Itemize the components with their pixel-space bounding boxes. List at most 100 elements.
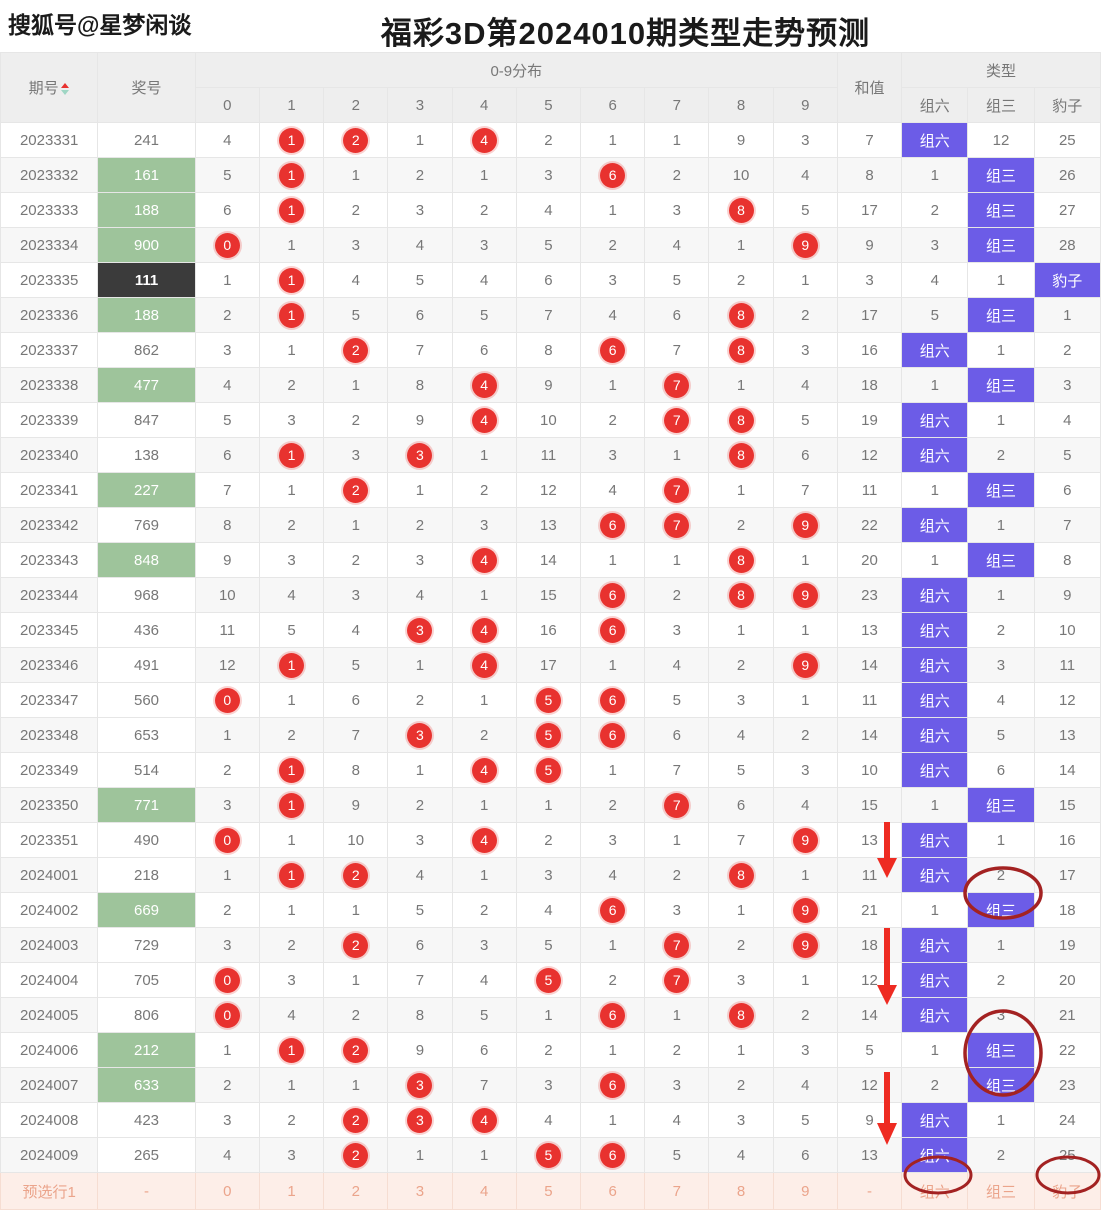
col-header-digit-8[interactable]: 8 [708, 87, 774, 123]
table-row[interactable]: 2024002 669 2 1 1 5 2 4 6 3 1 9 21 1 组三 18 [0, 892, 1101, 928]
cell-dist-5[interactable]: 5 [515, 962, 582, 998]
col-header-sum[interactable]: 和值 [836, 52, 903, 123]
cell-award[interactable]: 705 [97, 962, 196, 998]
cell-sum[interactable]: 5 [836, 1032, 903, 1068]
cell-dist-6[interactable]: 6 [579, 717, 646, 753]
cell-type-zusan[interactable]: 6 [967, 752, 1035, 788]
cell-award[interactable]: 633 [97, 1067, 196, 1103]
cell-dist-4[interactable]: 2 [451, 472, 517, 508]
cell-dist-2[interactable]: 4 [323, 612, 389, 648]
cell-dist-7[interactable]: 1 [644, 997, 710, 1033]
cell-dist-4[interactable]: 2 [451, 192, 517, 228]
cell-dist-7[interactable]: 7 [644, 367, 710, 403]
cell-dist-9[interactable]: 1 [772, 612, 838, 648]
cell-dist-1[interactable]: 1 [258, 1032, 325, 1068]
cell-dist-1[interactable]: 1 [258, 822, 325, 858]
table-row[interactable]: 2023345 436 11 5 4 3 4 16 6 3 1 1 13 组六 2 10 [0, 612, 1101, 648]
table-row[interactable]: 2023344 968 10 4 3 4 1 15 6 2 8 9 23 组六 1 9 [0, 577, 1101, 613]
col-header-type-0[interactable]: 组六 [901, 87, 969, 123]
cell-dist-2[interactable]: 4 [323, 262, 389, 298]
cell-sum[interactable]: 21 [836, 892, 903, 928]
cell-award[interactable]: 848 [97, 542, 196, 578]
cell-dist-4[interactable]: 5 [451, 297, 517, 333]
cell-dist-5[interactable]: 3 [515, 1067, 582, 1103]
cell-type-zusan[interactable]: 组三 [967, 892, 1035, 928]
cell-dist-4[interactable]: 5 [451, 997, 517, 1033]
cell-dist-9[interactable]: 7 [772, 472, 838, 508]
cell-dist-4[interactable]: 1 [451, 577, 517, 613]
cell-award[interactable]: 138 [97, 437, 196, 473]
cell-type-baozi[interactable]: 28 [1033, 227, 1101, 263]
cell-dist-1[interactable]: 5 [258, 612, 325, 648]
cell-dist-0[interactable]: 3 [194, 332, 260, 368]
cell-dist-6[interactable]: 1 [579, 1032, 646, 1068]
cell-type-baozi[interactable]: 11 [1033, 647, 1101, 683]
cell-type-zusan[interactable]: 1 [967, 1102, 1035, 1138]
cell-type-zuliu[interactable]: 组六 [901, 962, 969, 998]
cell-type-zusan[interactable]: 组三 [967, 157, 1035, 193]
cell-sum[interactable]: 19 [836, 402, 903, 438]
cell-type-zusan[interactable]: 2 [967, 1137, 1035, 1173]
cell-dist-8[interactable]: 1 [708, 367, 774, 403]
cell-dist-8[interactable]: 3 [708, 962, 774, 998]
cell-dist-1[interactable]: 2 [258, 1102, 325, 1138]
cell-dist-2[interactable]: 2 [323, 192, 389, 228]
cell-dist-6[interactable]: 1 [579, 542, 646, 578]
cell-dist-2[interactable]: 2 [323, 857, 389, 893]
cell-issue[interactable]: 2023350 [0, 787, 99, 823]
cell-type-baozi[interactable]: 豹子 [1033, 262, 1101, 298]
cell-type-baozi[interactable]: 14 [1033, 752, 1101, 788]
col-header-award[interactable]: 奖号 [97, 52, 196, 123]
cell-type-baozi[interactable]: 17 [1033, 857, 1101, 893]
table-row[interactable]: 2023335 111 1 1 4 5 4 6 3 5 2 1 3 4 1 豹子 [0, 262, 1101, 298]
cell-dist-8[interactable]: 4 [708, 717, 774, 753]
cell-dist-1[interactable]: 1 [258, 437, 325, 473]
cell-dist-2[interactable]: 5 [323, 647, 389, 683]
table-row[interactable]: 2024003 729 3 2 2 6 3 5 1 7 2 9 18 组六 1 19 [0, 927, 1101, 963]
cell-dist-2[interactable]: 1 [323, 367, 389, 403]
table-row[interactable]: 2023339 847 5 3 2 9 4 10 2 7 8 5 19 组六 1 4 [0, 402, 1101, 438]
cell-dist-0[interactable]: 4 [194, 1137, 260, 1173]
table-row[interactable]: 2024001 218 1 1 2 4 1 3 4 2 8 1 11 组六 2 17 [0, 857, 1101, 893]
cell-issue[interactable]: 2024008 [0, 1102, 99, 1138]
cell-issue[interactable]: 2024003 [0, 927, 99, 963]
cell-dist-3[interactable]: 1 [387, 752, 453, 788]
cell-issue[interactable]: 2023344 [0, 577, 99, 613]
cell-dist-1[interactable]: 1 [258, 227, 325, 263]
cell-dist-1[interactable]: 4 [258, 997, 325, 1033]
cell-dist-8[interactable]: 2 [708, 507, 774, 543]
cell-dist-6[interactable]: 6 [579, 157, 646, 193]
cell-sum[interactable]: 11 [836, 472, 903, 508]
cell-dist-4[interactable]: 4 [451, 1102, 517, 1138]
cell-dist-3[interactable]: 4 [387, 857, 453, 893]
cell-type-zuliu[interactable]: 3 [901, 227, 969, 263]
cell-type-baozi[interactable]: 13 [1033, 717, 1101, 753]
cell-award[interactable]: 769 [97, 507, 196, 543]
cell-sum[interactable]: 22 [836, 507, 903, 543]
table-row[interactable]: 2023340 138 6 1 3 3 1 11 3 1 8 6 12 组六 2 5 [0, 437, 1101, 473]
cell-dist-2[interactable]: 2 [323, 402, 389, 438]
cell-dist-7[interactable]: 6 [644, 717, 710, 753]
cell-dist-2[interactable]: 2 [323, 997, 389, 1033]
cell-dist-3[interactable]: 5 [387, 892, 453, 928]
cell-dist-8[interactable]: 1 [708, 1032, 774, 1068]
cell-type-zusan[interactable]: 1 [967, 402, 1035, 438]
cell-dist-9[interactable]: 9 [772, 892, 838, 928]
cell-issue[interactable]: 2023347 [0, 682, 99, 718]
cell-dist-8[interactable]: 3 [708, 682, 774, 718]
cell-issue[interactable]: 2023338 [0, 367, 99, 403]
cell-dist-5[interactable]: 1 [515, 997, 582, 1033]
cell-dist-6[interactable]: 6 [579, 332, 646, 368]
cell-dist-3[interactable]: 6 [387, 297, 453, 333]
cell-dist-2[interactable]: 2 [323, 927, 389, 963]
cell-dist-5[interactable]: 2 [515, 122, 582, 158]
cell-dist-6[interactable]: 6 [579, 1137, 646, 1173]
cell-type-zuliu[interactable]: 5 [901, 297, 969, 333]
cell-award[interactable]: 423 [97, 1102, 196, 1138]
cell-type-zuliu[interactable]: 组六 [901, 717, 969, 753]
cell-dist-2[interactable]: 3 [323, 577, 389, 613]
cell-dist-7[interactable]: 4 [644, 647, 710, 683]
cell-type-zuliu[interactable]: 组六 [901, 647, 969, 683]
table-row[interactable]: 2023347 560 0 1 6 2 1 5 6 5 3 1 11 组六 4 12 [0, 682, 1101, 718]
cell-dist-8[interactable]: 8 [708, 297, 774, 333]
